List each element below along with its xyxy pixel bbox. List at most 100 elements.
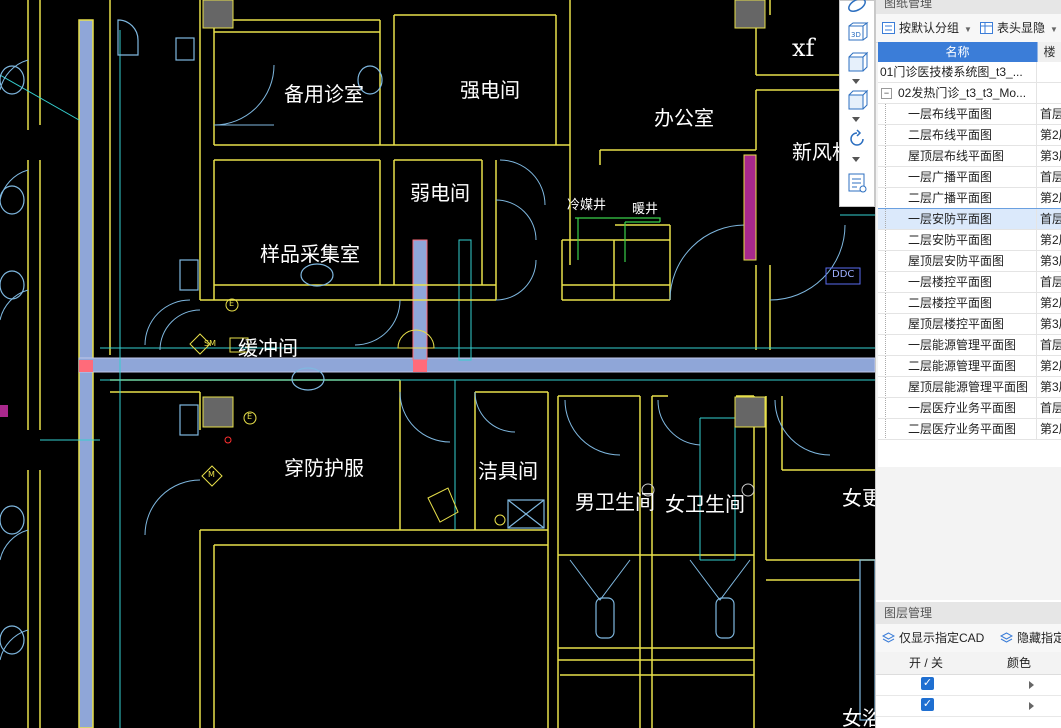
- view-toolbar: 3D: [839, 0, 875, 207]
- drawing-row[interactable]: 一层楼控平面图 首层: [878, 272, 1061, 293]
- drawing-row[interactable]: 一层安防平面图 首层: [878, 208, 1061, 231]
- tree-guide-line: [885, 398, 887, 418]
- tree-guide-line: [885, 314, 887, 334]
- drawing-row[interactable]: 二层楼控平面图 第2层: [878, 293, 1061, 314]
- drawing-row[interactable]: 屋顶层布线平面图 第3层: [878, 146, 1061, 167]
- room-label-power-room: 强电间: [460, 78, 520, 102]
- tree-guide-line: [885, 419, 887, 439]
- drawing-panel-title: 图纸管理: [876, 0, 1061, 14]
- drawing-name-cell: −02发热门诊_t3_t3_Mo...: [878, 83, 1037, 103]
- label-sm: SM: [204, 339, 216, 348]
- layers-icon: [881, 632, 896, 644]
- drawing-name-cell: 一层能源管理平面图: [878, 335, 1037, 355]
- drawing-row[interactable]: −02发热门诊_t3_t3_Mo...: [878, 83, 1061, 104]
- layer-column-color[interactable]: 颜色: [976, 652, 1061, 675]
- drawing-floor-cell: 第2层: [1040, 233, 1061, 247]
- chevron-down-icon[interactable]: [852, 79, 860, 84]
- column-header-floor[interactable]: 楼: [1038, 42, 1061, 62]
- column-header-name[interactable]: 名称: [878, 42, 1038, 62]
- tree-guide-line: [885, 272, 887, 292]
- drawing-floor-cell: 首层: [1040, 212, 1061, 226]
- drawing-floor-cell: 首层: [1040, 275, 1061, 289]
- 3d-view-icon[interactable]: 3D: [845, 21, 869, 45]
- drawing-row[interactable]: 一层能源管理平面图 首层: [878, 335, 1061, 356]
- drawing-row[interactable]: 一层广播平面图 首层: [878, 167, 1061, 188]
- hide-layer-button[interactable]: 隐藏指定: [999, 630, 1061, 646]
- drawing-name-text: 二层能源管理平面图: [908, 359, 1017, 373]
- drawing-row[interactable]: 屋顶层安防平面图 第3层: [878, 251, 1061, 272]
- room-label-ppe-room: 穿防护服: [284, 456, 364, 480]
- drawing-name-cell: 二层能源管理平面图: [878, 356, 1037, 376]
- group-by-label: 按默认分组: [899, 21, 960, 35]
- drawing-row[interactable]: 屋顶层楼控平面图 第3层: [878, 314, 1061, 335]
- tree-guide-line: [885, 293, 887, 313]
- drawing-row[interactable]: 01门诊医技楼系统图_t3_...: [878, 62, 1061, 83]
- columns-toggle-button[interactable]: 表头显隐 ▼: [980, 20, 1058, 36]
- group-by-button[interactable]: 按默认分组 ▼: [882, 20, 972, 36]
- drawing-name-text: 屋顶层能源管理平面图: [908, 380, 1029, 394]
- label-xf: xf: [792, 34, 815, 62]
- drawing-row[interactable]: 二层广播平面图 第2层: [878, 188, 1061, 209]
- drawing-name-cell: 屋顶层能源管理平面图: [878, 377, 1037, 397]
- layer-panel-toolbar: 仅显示指定CAD 隐藏指定: [876, 624, 1061, 653]
- drawing-list-table: 名称 楼 01门诊医技楼系统图_t3_... −02发热门诊_t3_t3_Mo..…: [878, 42, 1061, 467]
- expand-arrow-icon[interactable]: [1029, 702, 1034, 710]
- layer-column-onoff[interactable]: 开 / 关: [876, 652, 976, 675]
- layer-visible-checkbox[interactable]: ✓: [921, 698, 934, 711]
- drawing-name-text: 一层楼控平面图: [908, 275, 993, 289]
- tree-guide-line: [885, 230, 887, 250]
- chevron-down-icon[interactable]: [852, 117, 860, 122]
- drawing-row[interactable]: 一层医疗业务平面图 首层: [878, 398, 1061, 419]
- drawing-name-text: 二层医疗业务平面图: [908, 422, 1017, 436]
- drawing-row[interactable]: 二层布线平面图 第2层: [878, 125, 1061, 146]
- drawing-name-cell: 屋顶层安防平面图: [878, 251, 1037, 271]
- drawing-name-text: 二层布线平面图: [908, 128, 993, 142]
- drawing-row[interactable]: 屋顶层能源管理平面图第3层: [878, 377, 1061, 398]
- room-label-cleaning-room: 洁具间: [478, 459, 538, 483]
- drawing-row[interactable]: 二层安防平面图 第2层: [878, 230, 1061, 251]
- label-heating-shaft: 暖井: [632, 202, 659, 217]
- drawing-name-text: 一层医疗业务平面图: [908, 401, 1017, 415]
- layer-row[interactable]: ✓: [876, 674, 1061, 696]
- tree-guide-line: [885, 356, 887, 376]
- drawing-row[interactable]: 二层医疗业务平面图 第2层: [878, 419, 1061, 440]
- drawing-row[interactable]: 二层能源管理平面图 第2层: [878, 356, 1061, 377]
- orbit-icon[interactable]: [845, 0, 869, 17]
- cube-iso-icon[interactable]: [845, 89, 869, 113]
- drawing-name-text: 一层安防平面图: [908, 212, 993, 226]
- collapse-toggle-icon[interactable]: −: [881, 88, 892, 99]
- room-label-spare-clinic: 备用诊室: [284, 82, 364, 106]
- svg-text:3D: 3D: [851, 31, 861, 39]
- room-label-sample-room: 样品采集室: [260, 242, 360, 266]
- drawing-floor-cell: 第3层: [1040, 317, 1061, 331]
- tree-guide-line: [885, 377, 887, 397]
- drawing-name-cell: 二层医疗业务平面图: [878, 419, 1037, 439]
- show-only-cad-label: 仅显示指定CAD: [899, 631, 985, 645]
- label-refrigerant-shaft: 冷媒井: [567, 198, 607, 213]
- cube-front-icon[interactable]: [845, 51, 869, 75]
- layers-hide-icon: [999, 632, 1014, 644]
- show-only-cad-button[interactable]: 仅显示指定CAD: [881, 630, 985, 646]
- layer-row[interactable]: ✓: [876, 695, 1061, 717]
- rotate-icon[interactable]: [845, 127, 869, 151]
- room-label-female-wc: 女卫生间: [665, 492, 745, 516]
- cad-drawing-canvas[interactable]: 备用诊室 强电间 办公室 弱电间 样品采集室 新风机 缓冲间 穿防护服 洁具间 …: [0, 0, 875, 728]
- drawing-row[interactable]: 一层布线平面图 首层: [878, 104, 1061, 125]
- drawing-name-cell: 屋顶层布线平面图: [878, 146, 1037, 166]
- expand-arrow-icon[interactable]: [1029, 681, 1034, 689]
- room-label-shower: 女浴: [842, 706, 875, 728]
- drawing-name-cell: 一层布线平面图: [878, 104, 1037, 124]
- layer-visible-checkbox[interactable]: ✓: [921, 677, 934, 690]
- tree-guide-line: [885, 146, 887, 166]
- room-label-male-wc: 男卫生间: [575, 490, 655, 514]
- list-view-icon[interactable]: [845, 171, 869, 195]
- drawing-name-cell: 二层布线平面图: [878, 125, 1037, 145]
- layer-panel: 图层管理 仅显示指定CAD 隐藏指定 开 / 关 颜色 ✓ ✓: [876, 600, 1061, 728]
- drawing-name-text: 二层广播平面图: [908, 191, 993, 205]
- drawing-floor-cell: 首层: [1040, 338, 1061, 352]
- tree-guide-line: [885, 335, 887, 355]
- chevron-down-icon[interactable]: [852, 157, 860, 162]
- drawing-floor-cell: [1038, 62, 1061, 82]
- tree-guide-line: [885, 251, 887, 271]
- caret-down-icon: ▼: [964, 25, 972, 34]
